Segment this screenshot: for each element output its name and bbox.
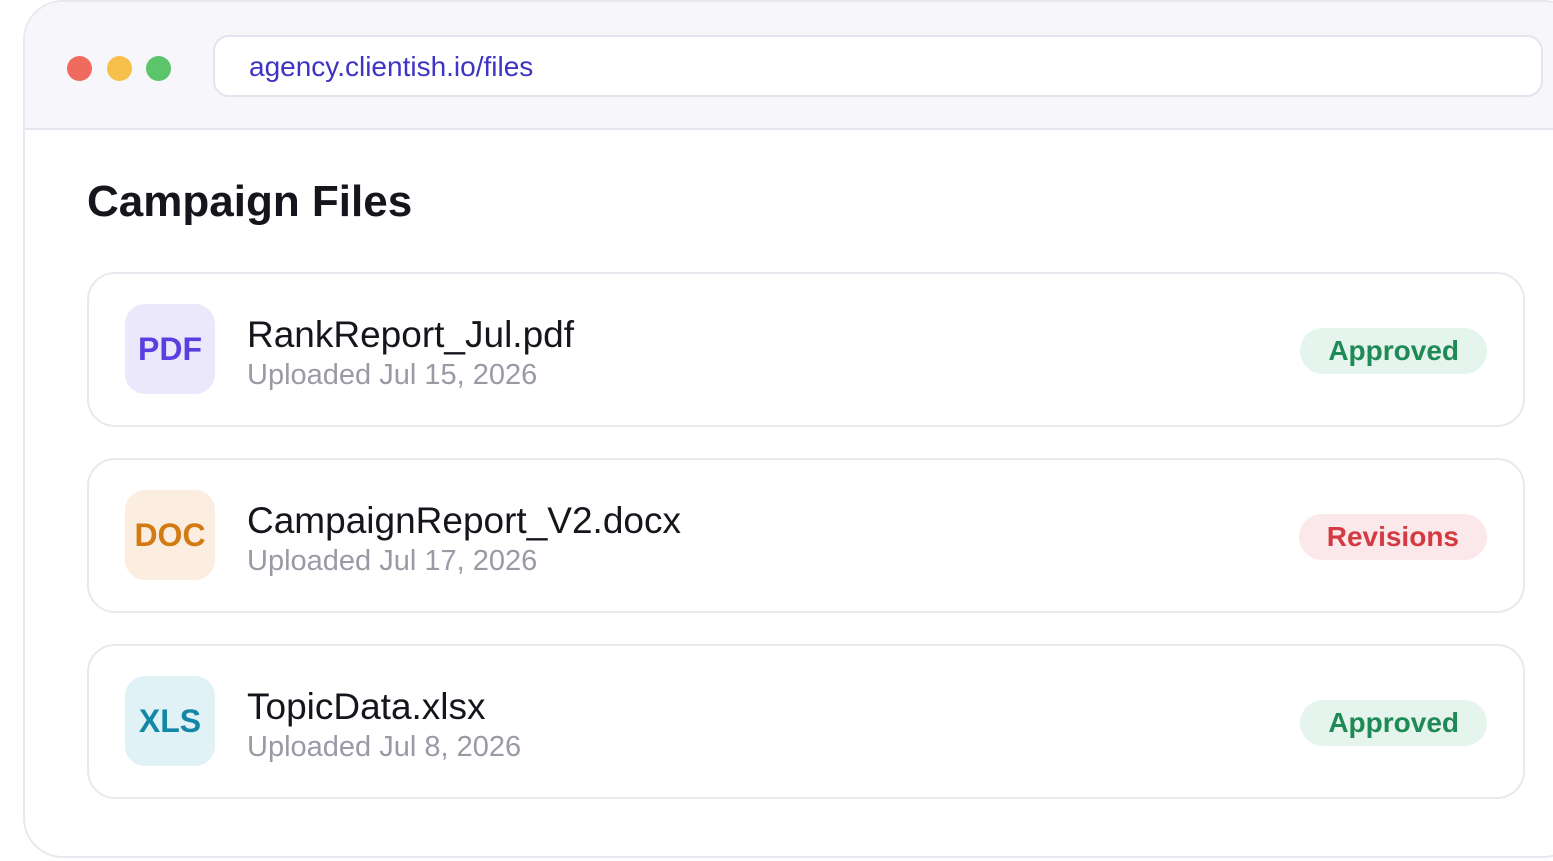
file-name[interactable]: CampaignReport_V2.docx <box>247 500 681 542</box>
status-badge: Approved <box>1300 700 1487 746</box>
address-bar-url: agency.clientish.io/files <box>249 51 534 82</box>
file-card[interactable]: PDF RankReport_Jul.pdf Uploaded Jul 15, … <box>87 272 1525 427</box>
browser-titlebar: agency.clientish.io/files <box>25 2 1553 130</box>
minimize-window-button[interactable] <box>107 56 132 81</box>
pdf-file-icon: PDF <box>125 304 215 394</box>
address-bar[interactable]: agency.clientish.io/files <box>213 35 1543 97</box>
page-title: Campaign Files <box>87 177 413 226</box>
maximize-window-button[interactable] <box>146 56 171 81</box>
file-card[interactable]: DOC CampaignReport_V2.docx Uploaded Jul … <box>87 458 1525 613</box>
file-name[interactable]: RankReport_Jul.pdf <box>247 314 574 356</box>
file-name[interactable]: TopicData.xlsx <box>247 686 486 728</box>
file-card[interactable]: XLS TopicData.xlsx Uploaded Jul 8, 2026 … <box>87 644 1525 799</box>
status-badge: Approved <box>1300 328 1487 374</box>
file-upload-date: Uploaded Jul 15, 2026 <box>247 359 538 391</box>
doc-file-icon: DOC <box>125 490 215 580</box>
xls-file-icon: XLS <box>125 676 215 766</box>
file-upload-date: Uploaded Jul 8, 2026 <box>247 731 522 763</box>
close-window-button[interactable] <box>67 56 92 81</box>
browser-window: agency.clientish.io/files Campaign Files… <box>23 0 1553 858</box>
file-upload-date: Uploaded Jul 17, 2026 <box>247 545 538 577</box>
status-badge: Revisions <box>1298 514 1487 560</box>
